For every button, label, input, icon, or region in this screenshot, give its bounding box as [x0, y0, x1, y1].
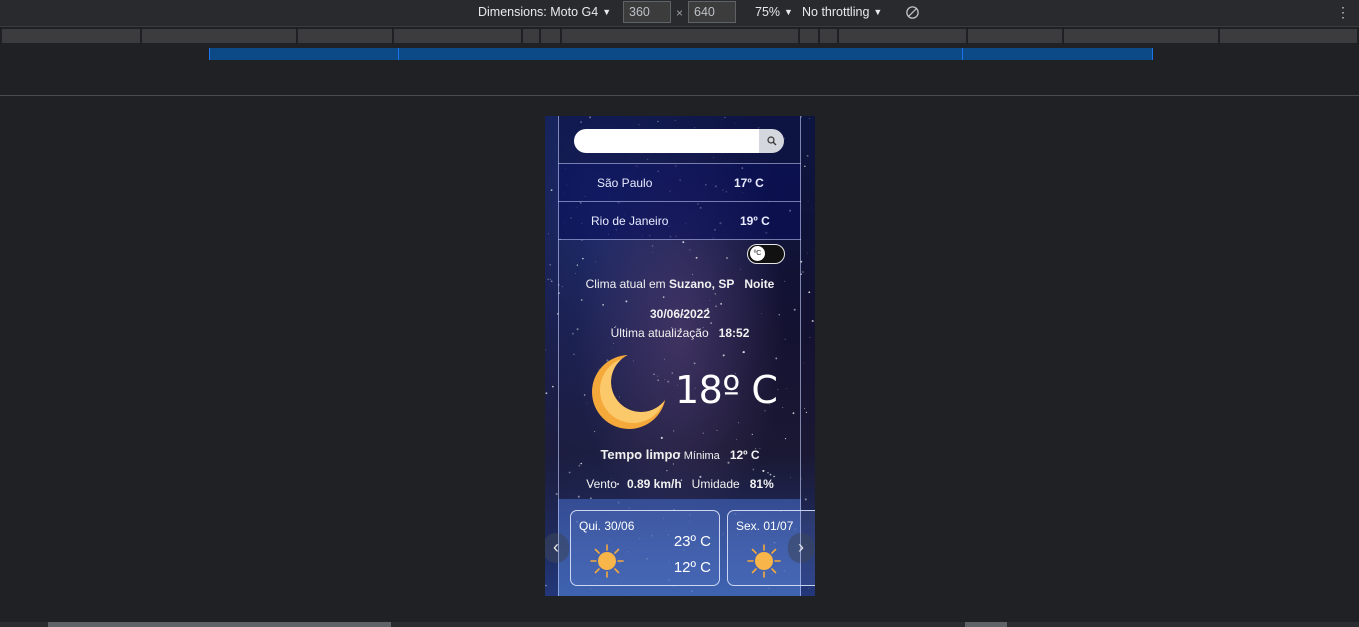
media-query-segment[interactable] — [541, 29, 560, 43]
caret-down-icon: ▼ — [873, 7, 883, 17]
media-query-segment[interactable] — [800, 29, 818, 43]
media-query-segment[interactable] — [2, 29, 140, 43]
media-query-segment[interactable] — [394, 29, 521, 43]
rotate-icon[interactable] — [905, 5, 920, 20]
throttling-label: No throttling — [802, 5, 870, 19]
scrollbar-thumb[interactable] — [965, 622, 1007, 627]
media-query-segment[interactable] — [839, 29, 966, 43]
width-input[interactable] — [623, 1, 671, 23]
breakpoint-tick — [398, 48, 399, 60]
device-toolbar: Dimensions: Moto G4▼ × 75%▼ No throttlin… — [0, 0, 1359, 27]
media-query-segment[interactable] — [1220, 29, 1357, 43]
device-label: Dimensions: Moto G4 — [478, 5, 599, 19]
device-select[interactable]: Dimensions: Moto G4 ▼ — [478, 5, 611, 19]
media-query-segment[interactable] — [523, 29, 539, 43]
device-viewport: São Paulo 17º C Rio de Janeiro 19º C ºC … — [545, 116, 815, 596]
horizontal-scrollbar[interactable] — [48, 622, 391, 627]
media-query-segment[interactable] — [968, 29, 1062, 43]
height-input[interactable] — [688, 1, 736, 23]
app-container — [558, 116, 801, 596]
more-vert-icon[interactable]: ⋮ — [1336, 4, 1350, 20]
zoom-select[interactable]: 75% ▼ — [755, 5, 793, 19]
toolbar-divider — [0, 95, 1359, 96]
caret-down-icon: ▼ — [602, 7, 612, 17]
breakpoint-tick — [962, 48, 963, 60]
times-separator: × — [676, 6, 684, 20]
media-query-segment[interactable] — [562, 29, 798, 43]
media-query-segment[interactable] — [298, 29, 392, 43]
caret-down-icon: ▼ — [784, 7, 793, 17]
media-query-segment[interactable] — [820, 29, 837, 43]
media-query-segment[interactable] — [142, 29, 296, 43]
throttling-select[interactable]: No throttling ▼ — [802, 5, 882, 19]
breakpoint-bar[interactable] — [209, 48, 1153, 60]
media-query-segment[interactable] — [1064, 29, 1218, 43]
media-query-ruler — [0, 27, 1359, 44]
zoom-label: 75% — [755, 5, 781, 19]
